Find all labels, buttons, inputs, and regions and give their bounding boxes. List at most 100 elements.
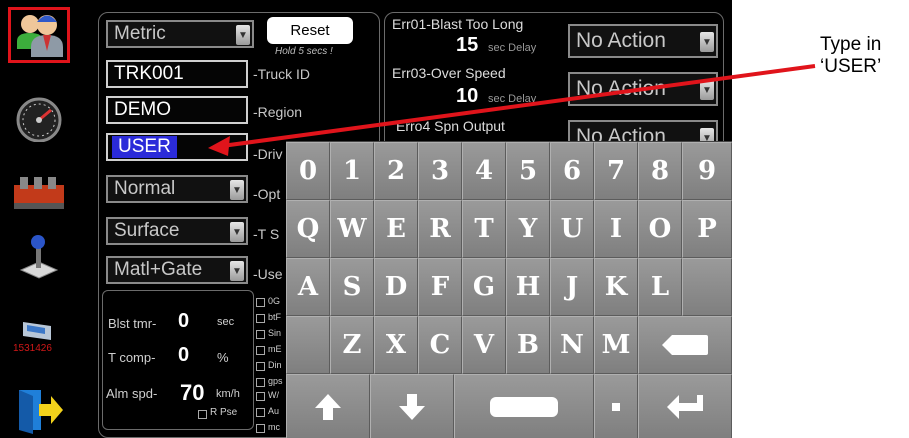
blast-timer-unit: sec bbox=[217, 316, 235, 328]
arrow-down-icon bbox=[399, 393, 425, 420]
enter-icon bbox=[667, 394, 703, 419]
option-checkbox[interactable] bbox=[256, 314, 265, 323]
region-input[interactable]: DEMO bbox=[106, 96, 248, 124]
key-6[interactable]: 6 bbox=[550, 142, 594, 200]
key-2[interactable]: 2 bbox=[374, 142, 418, 200]
truck-id-input[interactable]: TRK001 bbox=[106, 60, 248, 88]
alarm-speed-label: Alm spd- bbox=[106, 386, 158, 401]
key-p[interactable]: P bbox=[682, 200, 732, 258]
option-checkbox[interactable] bbox=[256, 408, 265, 417]
key-3[interactable]: 3 bbox=[418, 142, 462, 200]
key-u[interactable]: U bbox=[550, 200, 594, 258]
shift-up-key[interactable] bbox=[286, 374, 370, 438]
option-checkbox-label: 0G bbox=[268, 296, 281, 306]
key-r[interactable]: R bbox=[418, 200, 462, 258]
key-n[interactable]: N bbox=[550, 316, 594, 374]
user-settings-tab[interactable] bbox=[8, 7, 70, 63]
temp-comp-value[interactable]: 0 bbox=[178, 344, 189, 367]
key-5[interactable]: 5 bbox=[506, 142, 550, 200]
reset-button[interactable]: Reset bbox=[267, 17, 353, 44]
key-o[interactable]: O bbox=[638, 200, 682, 258]
key-w[interactable]: W bbox=[330, 200, 374, 258]
error-03-action-value: No Action bbox=[576, 77, 666, 100]
key-8[interactable]: 8 bbox=[638, 142, 682, 200]
key-d[interactable]: D bbox=[374, 258, 418, 316]
option-checkbox[interactable] bbox=[256, 392, 265, 401]
error-03-delay-value[interactable]: 10 bbox=[456, 85, 478, 108]
surface-dropdown[interactable]: Surface ▼ bbox=[106, 217, 248, 245]
key-blank[interactable] bbox=[682, 258, 732, 316]
driver-value: USER bbox=[112, 136, 177, 158]
key-g[interactable]: G bbox=[462, 258, 506, 316]
truck-id-tab[interactable]: 1531426 bbox=[8, 308, 70, 364]
key-blank[interactable] bbox=[286, 316, 330, 374]
key-a[interactable]: A bbox=[286, 258, 330, 316]
key-f[interactable]: F bbox=[418, 258, 462, 316]
key-k[interactable]: K bbox=[594, 258, 638, 316]
key-h[interactable]: H bbox=[506, 258, 550, 316]
material-label: -Use bbox=[253, 266, 283, 282]
error-03-delay-unit: sec Delay bbox=[488, 93, 537, 105]
period-key[interactable] bbox=[594, 374, 638, 438]
key-v[interactable]: V bbox=[462, 316, 506, 374]
error-01-delay-value[interactable]: 15 bbox=[456, 34, 478, 57]
blast-timer-value[interactable]: 0 bbox=[178, 310, 189, 333]
driver-input[interactable]: USER bbox=[106, 133, 248, 161]
key-l[interactable]: L bbox=[638, 258, 682, 316]
enter-key[interactable] bbox=[638, 374, 732, 438]
key-4[interactable]: 4 bbox=[462, 142, 506, 200]
option-checkbox[interactable] bbox=[256, 346, 265, 355]
key-0[interactable]: 0 bbox=[286, 142, 330, 200]
alarm-speed-value[interactable]: 70 bbox=[180, 380, 204, 406]
period-icon bbox=[612, 402, 620, 411]
temp-comp-label: T comp- bbox=[108, 350, 156, 365]
key-m[interactable]: M bbox=[594, 316, 638, 374]
key-s[interactable]: S bbox=[330, 258, 374, 316]
valve-settings-tab[interactable] bbox=[8, 165, 70, 221]
gauge-settings-tab[interactable] bbox=[8, 90, 70, 146]
key-c[interactable]: C bbox=[418, 316, 462, 374]
key-t[interactable]: T bbox=[462, 200, 506, 258]
option-checkbox[interactable] bbox=[256, 362, 265, 371]
arrow-up-icon bbox=[315, 393, 341, 420]
reset-hint: Hold 5 secs ! bbox=[275, 46, 333, 57]
shift-down-key[interactable] bbox=[370, 374, 454, 438]
units-dropdown[interactable]: Metric ▼ bbox=[106, 20, 254, 48]
backspace-key[interactable] bbox=[638, 316, 732, 374]
space-key[interactable] bbox=[454, 374, 594, 438]
on-screen-keyboard: 0 1 2 3 4 5 6 7 8 9 Q W E R T Y U I O P … bbox=[286, 141, 732, 438]
option-checkbox[interactable] bbox=[256, 378, 265, 387]
r-pse-checkbox[interactable] bbox=[198, 410, 207, 419]
key-e[interactable]: E bbox=[374, 200, 418, 258]
key-z[interactable]: Z bbox=[330, 316, 374, 374]
option-checkbox[interactable] bbox=[256, 330, 265, 339]
error-03-action-dropdown[interactable]: No Action ▼ bbox=[568, 72, 718, 106]
option-checkbox-label: Sin bbox=[268, 328, 282, 338]
joystick-settings-tab[interactable] bbox=[8, 228, 70, 284]
key-b[interactable]: B bbox=[506, 316, 550, 374]
error-01-action-dropdown[interactable]: No Action ▼ bbox=[568, 24, 718, 58]
truck-id-value: TRK001 bbox=[114, 63, 184, 84]
exit-tab[interactable] bbox=[8, 382, 70, 438]
option-checkbox-label: mc bbox=[268, 422, 280, 432]
option-checkbox[interactable] bbox=[256, 424, 265, 433]
key-j[interactable]: J bbox=[550, 258, 594, 316]
mode-value: Normal bbox=[114, 178, 176, 199]
space-bar-icon bbox=[490, 396, 558, 417]
key-1[interactable]: 1 bbox=[330, 142, 374, 200]
key-q[interactable]: Q bbox=[286, 200, 330, 258]
mode-dropdown[interactable]: Normal ▼ bbox=[106, 175, 248, 203]
region-value: DEMO bbox=[114, 99, 171, 120]
valve-icon bbox=[14, 177, 64, 209]
key-y[interactable]: Y bbox=[506, 200, 550, 258]
key-x[interactable]: X bbox=[374, 316, 418, 374]
option-checkbox[interactable] bbox=[256, 298, 265, 307]
joystick-icon bbox=[19, 235, 59, 279]
key-7[interactable]: 7 bbox=[594, 142, 638, 200]
key-i[interactable]: I bbox=[594, 200, 638, 258]
backspace-icon bbox=[662, 335, 708, 355]
annotation-line-1: Type in bbox=[820, 34, 882, 55]
material-dropdown[interactable]: Matl+Gate ▼ bbox=[106, 256, 248, 284]
option-checkbox-label: gps bbox=[268, 376, 283, 386]
key-9[interactable]: 9 bbox=[682, 142, 732, 200]
